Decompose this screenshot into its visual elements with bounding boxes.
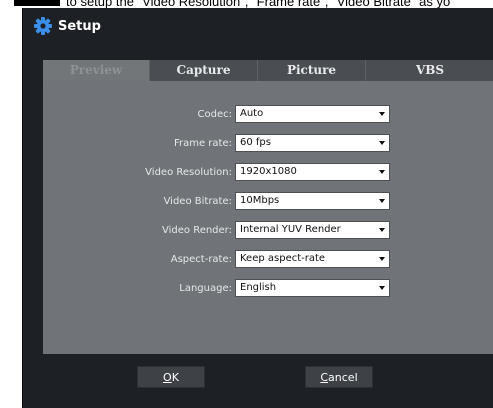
setup-dialog: Setup Preview Capture Picture VBS Codec:… bbox=[22, 8, 493, 408]
chevron-down-icon bbox=[379, 286, 385, 290]
document-caption: to setup the "Video Resolution", "Frame … bbox=[0, 0, 493, 8]
tab-bar: Preview Capture Picture VBS bbox=[43, 60, 493, 81]
frame-rate-select[interactable]: 60 fps bbox=[235, 134, 390, 152]
tab-preview[interactable]: Preview bbox=[43, 60, 150, 81]
frame-rate-row: Frame rate: 60 fps bbox=[43, 134, 493, 154]
video-resolution-value: 1920x1080 bbox=[240, 166, 297, 177]
video-bitrate-select[interactable]: 10Mbps bbox=[235, 192, 390, 210]
aspect-rate-row: Aspect-rate: Keep aspect-rate bbox=[43, 250, 493, 270]
video-resolution-label: Video Resolution: bbox=[145, 167, 232, 178]
chevron-down-icon bbox=[379, 228, 385, 232]
video-render-row: Video Render: Internal YUV Render bbox=[43, 221, 493, 241]
codec-row: Codec: Auto bbox=[43, 105, 493, 125]
ok-button-accelerator: O bbox=[163, 371, 172, 384]
codec-select[interactable]: Auto bbox=[235, 105, 390, 123]
cancel-button-label: ancel bbox=[328, 371, 358, 384]
codec-value: Auto bbox=[240, 108, 264, 119]
aspect-rate-select[interactable]: Keep aspect-rate bbox=[235, 250, 390, 268]
caption-bar bbox=[14, 0, 60, 6]
aspect-rate-label: Aspect-rate: bbox=[170, 254, 232, 265]
video-bitrate-row: Video Bitrate: 10Mbps bbox=[43, 192, 493, 212]
language-label: Language: bbox=[179, 283, 232, 294]
caption-text: to setup the "Video Resolution", "Frame … bbox=[66, 0, 451, 8]
chevron-down-icon bbox=[379, 112, 385, 116]
video-render-select[interactable]: Internal YUV Render bbox=[235, 221, 390, 239]
chevron-down-icon bbox=[379, 170, 385, 174]
settings-panel: Preview Capture Picture VBS Codec: Auto … bbox=[43, 60, 493, 354]
language-row: Language: English bbox=[43, 279, 493, 299]
language-value: English bbox=[240, 282, 277, 293]
video-resolution-row: Video Resolution: 1920x1080 bbox=[43, 163, 493, 183]
tab-picture[interactable]: Picture bbox=[258, 60, 366, 81]
window-title: Setup bbox=[58, 18, 101, 34]
codec-label: Codec: bbox=[197, 109, 232, 120]
tab-vbs[interactable]: VBS bbox=[366, 60, 493, 81]
ok-button[interactable]: OK bbox=[137, 366, 205, 388]
title-bar: Setup bbox=[33, 15, 101, 37]
video-render-value: Internal YUV Render bbox=[240, 224, 341, 235]
chevron-down-icon bbox=[379, 141, 385, 145]
video-bitrate-label: Video Bitrate: bbox=[163, 196, 232, 207]
cancel-button-accelerator: C bbox=[320, 371, 329, 384]
video-bitrate-value: 10Mbps bbox=[240, 195, 280, 206]
video-resolution-select[interactable]: 1920x1080 bbox=[235, 163, 390, 181]
ok-button-label: K bbox=[171, 371, 179, 384]
chevron-down-icon bbox=[379, 199, 385, 203]
aspect-rate-value: Keep aspect-rate bbox=[240, 253, 326, 264]
gear-icon bbox=[33, 16, 58, 36]
video-render-label: Video Render: bbox=[162, 225, 232, 236]
frame-rate-value: 60 fps bbox=[240, 137, 271, 148]
tab-capture[interactable]: Capture bbox=[150, 60, 258, 81]
chevron-down-icon bbox=[379, 257, 385, 261]
language-select[interactable]: English bbox=[235, 279, 390, 297]
cancel-button[interactable]: Cancel bbox=[305, 366, 373, 388]
frame-rate-label: Frame rate: bbox=[173, 138, 232, 149]
